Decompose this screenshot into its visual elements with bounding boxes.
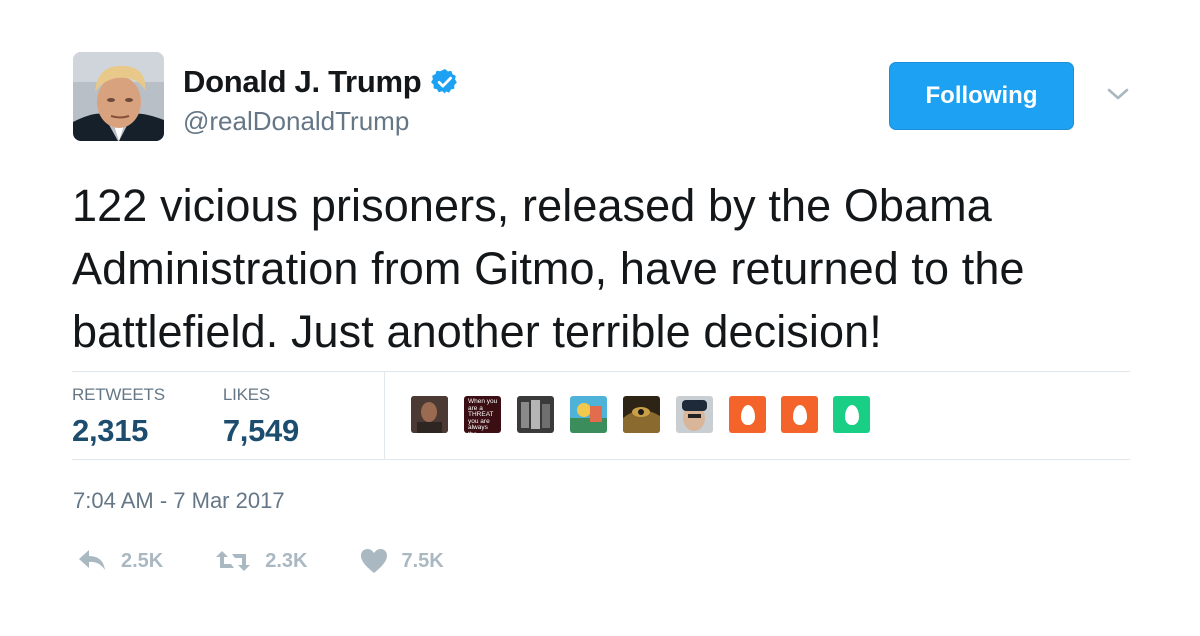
divider-bottom bbox=[72, 459, 1130, 460]
stats-separator bbox=[384, 372, 385, 459]
tweet-stats: RETWEETS 2,315 LIKES 7,549 bbox=[72, 385, 357, 449]
tweet-actions: 2.5K 2.3K 7.5K bbox=[77, 548, 496, 574]
author-handle[interactable]: @realDonaldTrump bbox=[183, 106, 409, 137]
liker-avatar[interactable] bbox=[570, 396, 607, 433]
retweet-count: 2.3K bbox=[265, 549, 308, 572]
author-avatar[interactable] bbox=[73, 52, 164, 141]
chevron-down-icon[interactable] bbox=[1106, 86, 1130, 102]
reply-action[interactable]: 2.5K bbox=[77, 548, 163, 574]
following-button[interactable]: Following bbox=[889, 62, 1074, 130]
divider-top bbox=[72, 371, 1130, 372]
liker-avatar[interactable] bbox=[517, 396, 554, 433]
heart-icon bbox=[360, 549, 387, 573]
liker-avatar-egg[interactable] bbox=[781, 396, 818, 433]
like-count: 7.5K bbox=[401, 549, 444, 572]
likes-stat[interactable]: LIKES 7,549 bbox=[223, 385, 299, 449]
egg-icon bbox=[740, 404, 755, 425]
like-action[interactable]: 7.5K bbox=[360, 548, 444, 574]
tweet-text: 122 vicious prisoners, released by the O… bbox=[72, 180, 1025, 357]
egg-icon bbox=[844, 404, 859, 425]
liker-avatar[interactable] bbox=[676, 396, 713, 433]
egg-icon bbox=[792, 404, 807, 425]
retweets-stat[interactable]: RETWEETS 2,315 bbox=[72, 385, 165, 449]
retweet-action[interactable]: 2.3K bbox=[215, 549, 308, 573]
retweet-icon bbox=[216, 551, 251, 571]
liker-avatars: When you are a THREAT you are always the… bbox=[411, 396, 885, 433]
liker-avatar-threat[interactable]: When you are a THREAT you are always the… bbox=[464, 396, 501, 433]
liker-avatar[interactable] bbox=[623, 396, 660, 433]
reply-count: 2.5K bbox=[121, 549, 164, 572]
retweets-label: RETWEETS bbox=[72, 385, 165, 404]
likes-value: 7,549 bbox=[222, 413, 299, 448]
retweets-value: 2,315 bbox=[72, 413, 149, 448]
tweet-timestamp[interactable]: 7:04 AM - 7 Mar 2017 bbox=[73, 488, 285, 514]
liker-avatar-egg[interactable] bbox=[729, 396, 766, 433]
liker-avatar-egg[interactable] bbox=[833, 396, 870, 433]
verified-badge-icon bbox=[431, 69, 458, 94]
author-name-row: Donald J. Trump bbox=[183, 64, 459, 100]
liker-avatar[interactable] bbox=[411, 396, 448, 433]
threat-avatar-text: When you are a THREAT you are always the… bbox=[468, 398, 498, 433]
likes-label: LIKES bbox=[222, 385, 271, 404]
reply-icon bbox=[79, 550, 105, 570]
author-display-name[interactable]: Donald J. Trump bbox=[183, 64, 422, 100]
